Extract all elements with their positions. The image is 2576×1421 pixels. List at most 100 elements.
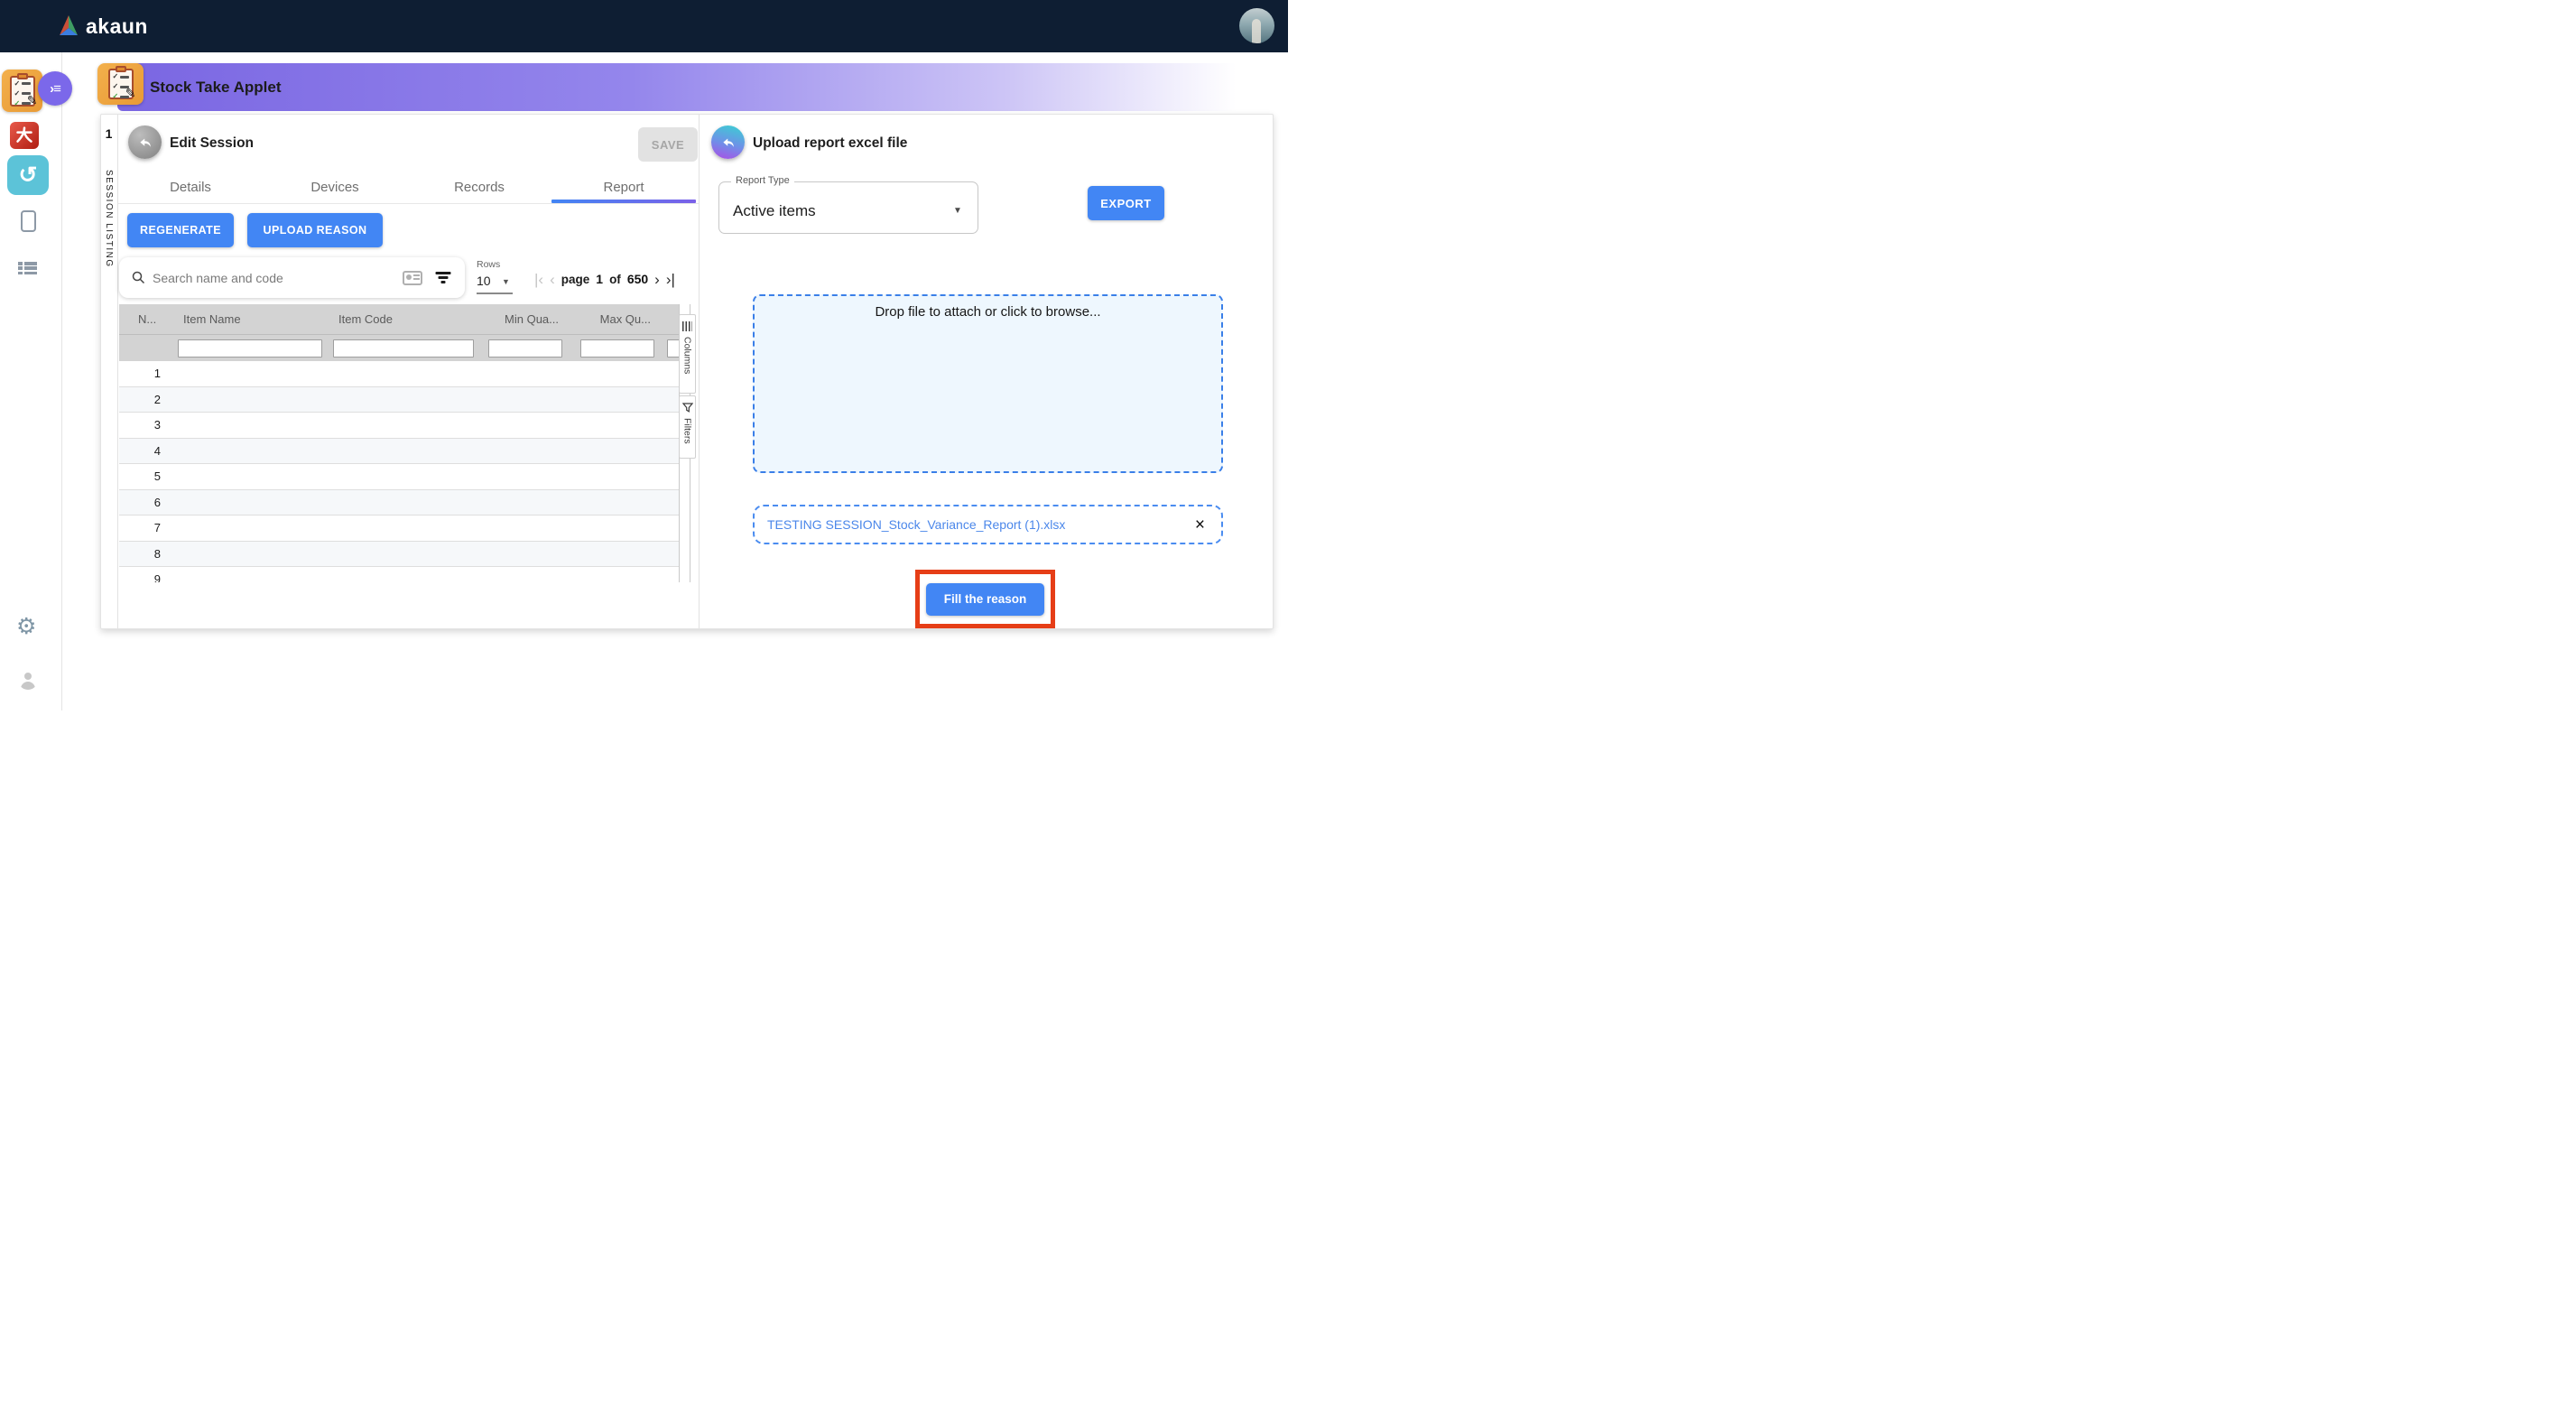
table-row[interactable]: 7 — [119, 515, 679, 542]
sidebar-item-history-applet[interactable]: ↺ — [7, 155, 49, 195]
filter-input[interactable] — [667, 339, 680, 358]
brand-logo[interactable]: akaun — [57, 0, 148, 52]
applet-header-bar: Stock Take Applet — [117, 63, 1259, 111]
user-avatar[interactable] — [1239, 8, 1274, 43]
sidebar-item-listing[interactable] — [18, 262, 37, 274]
table-header: N... Item Name Item Code Min Qua... Max … — [119, 304, 679, 334]
upload-reason-button[interactable]: UPLOAD REASON — [247, 213, 383, 247]
regenerate-button[interactable]: REGENERATE — [127, 213, 234, 247]
screen: akaun ✓ ✓ ✓ ✎ ›≡ ↺ ⚙ Stock Take Applet — [0, 0, 1288, 710]
rows-label: Rows — [477, 259, 500, 270]
card-view-icon[interactable] — [403, 271, 422, 285]
app-sidebar — [0, 52, 62, 710]
columns-label: Columns — [682, 337, 693, 374]
indent-icon: ›≡ — [50, 81, 60, 97]
row-number: 2 — [119, 387, 172, 413]
tab-records[interactable]: Records — [407, 172, 551, 202]
table-row[interactable]: 1 — [119, 361, 679, 387]
annotation-highlight-box: Fill the reason — [915, 570, 1055, 628]
clipboard-icon: ✓ ✓ ✓ ✎ — [10, 76, 35, 107]
uploaded-file-name: TESTING SESSION_Stock_Variance_Report (1… — [767, 517, 1195, 532]
prev-page-button[interactable]: ‹ — [550, 272, 555, 287]
page-title: Edit Session — [170, 135, 254, 152]
da-character-icon — [15, 126, 33, 144]
export-button[interactable]: EXPORT — [1088, 186, 1164, 220]
column-header[interactable]: Max Qu... — [571, 304, 663, 334]
row-number: 7 — [119, 515, 172, 541]
filter-input[interactable] — [580, 339, 654, 358]
account-icon[interactable] — [18, 670, 38, 690]
rows-select-underline — [477, 293, 513, 294]
applet-header-icon: ✓ ✓ ✓ ✎ — [97, 63, 144, 105]
table-row[interactable]: 8 — [119, 542, 679, 568]
report-type-label: Report Type — [731, 175, 794, 186]
rows-per-page-select[interactable]: 10 — [477, 274, 491, 288]
filter-list-icon[interactable] — [435, 272, 450, 283]
report-type-value: Active items — [733, 202, 816, 220]
search-bar — [119, 257, 465, 298]
table-row[interactable]: 6 — [119, 490, 679, 516]
row-number: 1 — [119, 361, 172, 386]
table-row[interactable]: 4 — [119, 439, 679, 465]
tab-report[interactable]: Report — [551, 172, 696, 202]
sidebar-item-stock-take-applet[interactable]: ✓ ✓ ✓ ✎ — [2, 70, 42, 112]
expand-panel-button[interactable]: ›≡ — [38, 71, 72, 106]
applet-title: Stock Take Applet — [150, 79, 281, 97]
filters-label: Filters — [682, 418, 693, 444]
pencil-icon: ✎ — [125, 86, 136, 101]
first-page-button[interactable]: |‹ — [534, 272, 543, 287]
upload-panel-title: Upload report excel file — [753, 135, 907, 152]
pagination: |‹ ‹ page 1 of 650 › ›| — [534, 267, 675, 291]
row-number: 9 — [119, 567, 172, 582]
column-header[interactable]: N... — [119, 304, 172, 334]
table-row[interactable]: 9 — [119, 567, 679, 582]
funnel-icon — [682, 403, 693, 413]
filter-input[interactable] — [178, 339, 322, 358]
back-arrow-icon — [720, 135, 737, 151]
column-header — [663, 304, 679, 334]
save-button[interactable]: SAVE — [638, 127, 698, 162]
settings-gear-icon[interactable]: ⚙ — [16, 616, 36, 638]
column-header[interactable]: Min Qua... — [479, 304, 571, 334]
chevron-down-icon[interactable]: ▼ — [953, 206, 962, 216]
of-word: of — [609, 273, 621, 286]
row-number: 4 — [119, 439, 172, 464]
column-header[interactable]: Item Code — [328, 304, 479, 334]
last-page-button[interactable]: ›| — [666, 272, 675, 287]
next-page-button[interactable]: › — [654, 272, 660, 287]
active-tab-indicator — [551, 200, 696, 203]
brand-name: akaun — [86, 14, 148, 39]
file-dropzone[interactable]: Drop file to attach or click to browse..… — [753, 294, 1223, 473]
row-number: 8 — [119, 542, 172, 567]
panel-divider — [699, 115, 700, 628]
tab-details[interactable]: Details — [118, 172, 263, 202]
session-listing-strip[interactable]: 1 SESSION LISTING — [100, 115, 118, 628]
filter-input[interactable] — [488, 339, 562, 358]
table-row[interactable]: 2 — [119, 387, 679, 413]
uploaded-file-chip[interactable]: TESTING SESSION_Stock_Variance_Report (1… — [753, 505, 1223, 544]
fill-the-reason-button[interactable]: Fill the reason — [926, 583, 1044, 616]
upload-back-button[interactable] — [711, 125, 745, 159]
table-filter-row — [119, 334, 679, 361]
history-icon: ↺ — [19, 162, 38, 189]
chevron-down-icon[interactable]: ▼ — [502, 277, 510, 286]
top-navbar: akaun — [0, 0, 1288, 52]
tab-devices[interactable]: Devices — [263, 172, 407, 202]
table-row[interactable]: 3 — [119, 413, 679, 439]
table-row[interactable]: 5 — [119, 464, 679, 490]
remove-file-icon[interactable]: × — [1195, 516, 1205, 534]
column-header[interactable]: Item Name — [172, 304, 328, 334]
page-current: 1 — [596, 272, 603, 286]
pencil-icon: ✎ — [27, 93, 38, 108]
search-icon — [132, 271, 145, 284]
back-arrow-icon — [137, 135, 153, 151]
sidebar-item-devices[interactable] — [21, 210, 36, 232]
search-input[interactable] — [153, 271, 403, 285]
session-listing-label: SESSION LISTING — [104, 170, 114, 268]
columns-side-tab[interactable]: Columns — [679, 314, 696, 394]
filter-input[interactable] — [333, 339, 474, 358]
row-number: 3 — [119, 413, 172, 438]
back-button[interactable] — [128, 125, 162, 159]
sidebar-item-da-applet[interactable] — [10, 122, 39, 149]
filters-side-tab[interactable]: Filters — [679, 395, 696, 459]
